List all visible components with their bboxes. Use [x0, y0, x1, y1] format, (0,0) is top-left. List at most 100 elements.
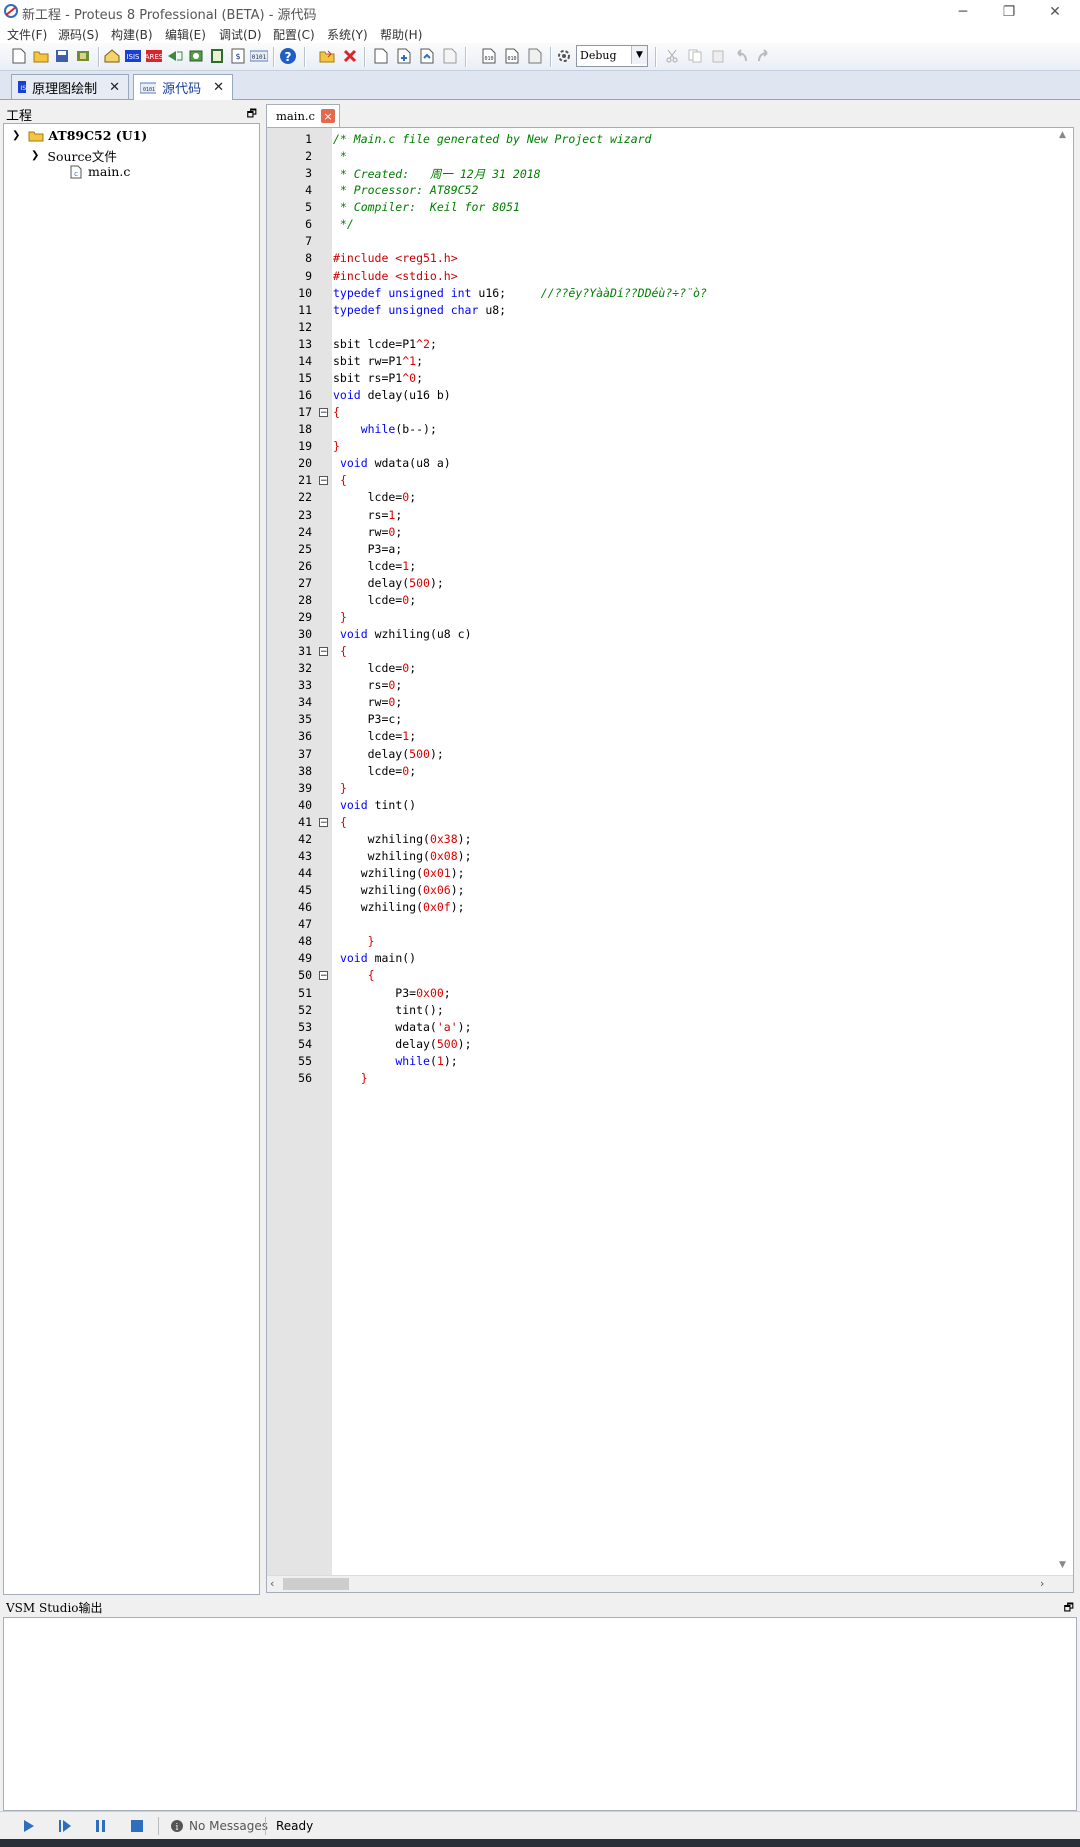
cut-icon[interactable] [663, 47, 681, 65]
code-line[interactable]: { [333, 644, 347, 658]
build-config-icon[interactable] [555, 47, 573, 65]
pause-icon[interactable] [92, 1818, 110, 1834]
new-source-file-icon[interactable] [372, 47, 390, 65]
code-line[interactable]: } [333, 781, 347, 795]
code-line[interactable]: rs=0; [333, 678, 403, 692]
menu-build[interactable]: 构建(B) [111, 26, 153, 43]
code-line[interactable]: void main() [333, 951, 416, 965]
code-line[interactable]: void delay(u16 b) [333, 388, 451, 402]
menu-edit[interactable]: 编辑(E) [165, 26, 206, 43]
code-line[interactable]: P3=c; [333, 712, 403, 726]
code-line[interactable]: } [333, 610, 347, 624]
3d-viewer-icon[interactable] [187, 47, 205, 65]
code-line[interactable]: sbit rw=P1^1; [333, 354, 423, 368]
step-icon[interactable] [56, 1818, 74, 1834]
code-line[interactable]: #include <reg51.h> [333, 251, 458, 265]
undo-icon[interactable] [732, 47, 750, 65]
fold-toggle-icon[interactable]: − [319, 476, 328, 486]
minimize-button[interactable]: ─ [940, 0, 986, 24]
chevron-down-icon[interactable]: ❯ [31, 150, 39, 161]
restore-button[interactable]: ❐ [986, 0, 1032, 24]
remove-icon[interactable] [341, 47, 359, 65]
code-line[interactable]: } [333, 934, 375, 948]
code-line[interactable]: { [333, 405, 340, 419]
code-line[interactable]: } [333, 1071, 368, 1085]
code-line[interactable]: sbit lcde=P1^2; [333, 337, 437, 351]
code-line[interactable]: wzhiling(0x0f); [333, 900, 465, 914]
code-line[interactable]: tint(); [333, 1003, 443, 1017]
code-line[interactable]: lcde=1; [333, 559, 417, 573]
code-line[interactable]: delay(500); [333, 747, 444, 761]
code-line[interactable]: void tint() [333, 798, 416, 812]
menu-debug[interactable]: 调试(D) [219, 26, 262, 43]
code-line[interactable]: P3=a; [333, 542, 403, 556]
info-icon[interactable]: i [168, 1818, 186, 1834]
code-line[interactable]: */ [333, 217, 354, 231]
stop-icon[interactable] [128, 1818, 146, 1834]
code-line[interactable]: while(1); [333, 1054, 457, 1068]
code-line[interactable]: wzhiling(0x01); [333, 866, 465, 880]
fold-toggle-icon[interactable]: − [319, 408, 328, 418]
gerber-icon[interactable] [166, 47, 184, 65]
code-line[interactable]: sbit rs=P1^0; [333, 371, 423, 385]
vertical-scrollbar[interactable]: ▲ ▼ [1055, 128, 1072, 1575]
status-messages[interactable]: No Messages [189, 1819, 268, 1833]
code-area[interactable]: /* Main.c file generated by New Project … [333, 128, 1053, 1575]
fold-toggle-icon[interactable]: − [319, 647, 328, 657]
horizontal-scroll-thumb[interactable] [283, 1578, 349, 1590]
menu-help[interactable]: 帮助(H) [380, 26, 422, 43]
code-editor[interactable]: 1 2 3 4 5 6 7 8 9 10 11 12 13 14 15 16 17−18 19 20 21−22 23 2… [266, 127, 1074, 1593]
code-line[interactable]: typedef unsigned char u8; [333, 303, 506, 317]
code-line[interactable]: rs=1; [333, 508, 403, 522]
code-line[interactable]: typedef unsigned int u16; //??ēy?YààDí??… [333, 286, 707, 300]
code-line[interactable]: /* Main.c file generated by New Project … [333, 132, 652, 146]
tree-node-source-folder[interactable]: ❯ Source文件 [31, 146, 117, 165]
tab-main-c[interactable]: main.c × [266, 104, 340, 127]
scroll-right-icon[interactable]: › [1040, 1577, 1044, 1590]
code-line[interactable]: while(b--); [333, 422, 437, 436]
chevron-down-icon[interactable]: ▼ [631, 46, 647, 64]
code-line[interactable]: lcde=0; [333, 593, 417, 607]
build-project-icon[interactable]: 010 [480, 47, 498, 65]
close-project-icon[interactable] [74, 47, 92, 65]
close-icon[interactable]: ✕ [109, 80, 120, 95]
fold-toggle-icon[interactable]: − [319, 817, 328, 827]
help-icon[interactable]: ? [279, 47, 297, 65]
output-panel[interactable] [3, 1617, 1077, 1811]
source-code-icon[interactable]: 0101 [250, 47, 268, 65]
import-project-icon[interactable] [318, 47, 336, 65]
code-line[interactable]: void wdata(u8 a) [333, 456, 451, 470]
code-line[interactable]: } [333, 439, 340, 453]
home-icon[interactable] [103, 47, 121, 65]
code-line[interactable]: P3=0x00; [333, 986, 450, 1000]
code-line[interactable]: lcde=0; [333, 661, 417, 675]
menu-system[interactable]: 系统(Y) [327, 26, 368, 43]
code-line[interactable]: rw=0; [333, 695, 403, 709]
float-panel-icon[interactable]: 🗗 [247, 105, 257, 124]
code-line[interactable]: lcde=1; [333, 729, 417, 743]
scroll-up-icon[interactable]: ▲ [1059, 130, 1066, 140]
code-line[interactable]: { [333, 815, 347, 829]
new-file-icon[interactable] [10, 47, 28, 65]
code-line[interactable]: wdata('a'); [333, 1020, 471, 1034]
code-line[interactable]: wzhiling(0x08); [333, 849, 472, 863]
bom-icon[interactable] [208, 47, 226, 65]
horizontal-scrollbar[interactable]: ‹ › [267, 1575, 1073, 1592]
pcb-layout-icon[interactable]: ARES [145, 47, 163, 65]
redo-icon[interactable] [755, 47, 773, 65]
chevron-down-icon[interactable]: ❯ [12, 130, 20, 141]
rebuild-project-icon[interactable]: 010 [503, 47, 521, 65]
build-config-select[interactable]: Debug ▼ [576, 45, 648, 67]
code-line[interactable]: rw=0; [333, 525, 403, 539]
tab-source-code[interactable]: 0101 源代码 ✕ [133, 74, 233, 100]
close-icon[interactable]: ✕ [213, 80, 224, 95]
menu-config[interactable]: 配置(C) [273, 26, 315, 43]
close-icon[interactable]: × [320, 109, 335, 123]
copy-icon[interactable] [686, 47, 704, 65]
code-line[interactable]: wzhiling(0x06); [333, 883, 465, 897]
float-panel-icon[interactable]: 🗗 [1064, 1599, 1074, 1618]
code-line[interactable]: delay(500); [333, 576, 444, 590]
export-file-icon[interactable] [418, 47, 436, 65]
scroll-down-icon[interactable]: ▼ [1059, 1560, 1066, 1570]
fold-toggle-icon[interactable]: − [319, 971, 328, 981]
